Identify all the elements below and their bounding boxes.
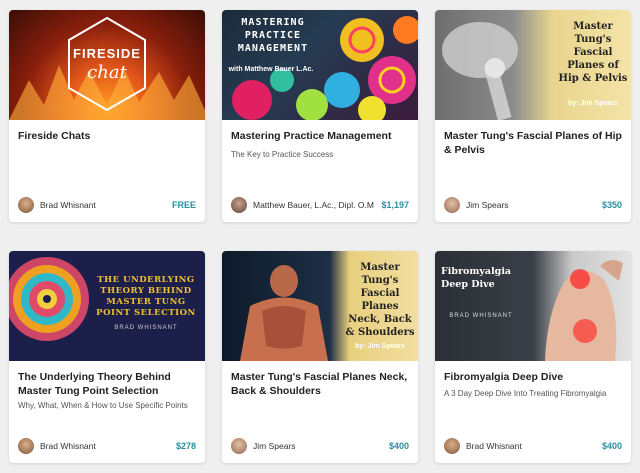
course-thumbnail[interactable]: MASTERING PRACTICE MANAGEMENT with Matth…	[222, 10, 418, 120]
course-thumbnail[interactable]: FIRESIDE chat	[9, 10, 205, 120]
course-title[interactable]: Master Tung's Fascial Planes of Hip & Pe…	[444, 129, 622, 157]
course-footer: Jim Spears $350	[444, 196, 622, 214]
thumbnail-subtitle: BRAD WHISNANT	[449, 313, 513, 319]
thumbnail-title: THE UNDERLYING THEORY BEHIND MASTER TUNG…	[96, 275, 196, 318]
thumbnail-subtitle: by: Jim Spears	[355, 343, 405, 350]
course-card-neck-back-shoulders[interactable]: Master Tung's Fascial Planes Neck, Back …	[222, 251, 418, 463]
avatar	[444, 197, 460, 213]
price-label: $400	[601, 441, 622, 451]
author-name: Jim Spears	[253, 441, 296, 451]
avatar	[444, 438, 460, 454]
price-label: $400	[388, 441, 409, 451]
author-name: Matthew Bauer, L.Ac., Dipl. O.M	[253, 200, 374, 210]
avatar	[231, 438, 247, 454]
course-title[interactable]: The Underlying Theory Behind Master Tung…	[18, 370, 196, 398]
course-footer: Brad Whisnant $278	[18, 437, 196, 455]
course-subtitle: The Key to Practice Success	[231, 150, 334, 159]
course-footer: Matthew Bauer, L.Ac., Dipl. O.M $1,197	[231, 196, 409, 214]
course-subtitle: A 3 Day Deep Dive Into Treating Fibromya…	[444, 389, 607, 398]
course-title[interactable]: Mastering Practice Management	[231, 129, 409, 143]
course-title[interactable]: Master Tung's Fascial Planes Neck, Back …	[231, 370, 409, 398]
course-footer: Jim Spears $400	[231, 437, 409, 455]
author-name: Brad Whisnant	[40, 200, 96, 210]
thumbnail-title: Fibromyalgia Deep Dive	[441, 266, 512, 290]
course-thumbnail[interactable]: Master Tung's Fascial Planes Neck, Back …	[222, 251, 418, 361]
course-card-underlying-theory[interactable]: THE UNDERLYING THEORY BEHIND MASTER TUNG…	[9, 251, 205, 463]
price-label: $350	[601, 200, 622, 210]
thumbnail-title: Master Tung's Fascial Planes Neck, Back …	[345, 262, 415, 338]
course-footer: Brad Whisnant FREE	[18, 196, 196, 214]
course-card-fibromyalgia[interactable]: Fibromyalgia Deep Dive BRAD WHISNANT Fib…	[435, 251, 631, 463]
course-thumbnail[interactable]: Master Tung's Fascial Planes of Hip & Pe…	[435, 10, 631, 120]
course-thumbnail[interactable]: Fibromyalgia Deep Dive BRAD WHISNANT	[435, 251, 631, 361]
thumbnail-title: Master Tung's Fascial Planes of Hip & Pe…	[558, 21, 628, 84]
course-subtitle: Why, What, When & How to Use Specific Po…	[18, 401, 188, 410]
course-card-fireside-chats[interactable]: FIRESIDE chat Fireside Chats Brad Whisna…	[9, 10, 205, 222]
price-label: $278	[175, 441, 196, 451]
thumbnail-title: FIRESIDE	[73, 46, 141, 61]
author-name: Brad Whisnant	[466, 441, 522, 451]
avatar	[18, 197, 34, 213]
course-thumbnail[interactable]: THE UNDERLYING THEORY BEHIND MASTER TUNG…	[9, 251, 205, 361]
price-label: $1,197	[381, 200, 409, 210]
thumbnail-subtitle: by: Jim Spears	[568, 100, 618, 107]
price-label: FREE	[171, 200, 196, 210]
course-card-hip-pelvis[interactable]: Master Tung's Fascial Planes of Hip & Pe…	[435, 10, 631, 222]
author-name: Jim Spears	[466, 200, 509, 210]
thumbnail-title: MASTERING PRACTICE MANAGEMENT	[237, 17, 309, 54]
course-card-practice-management[interactable]: MASTERING PRACTICE MANAGEMENT with Matth…	[222, 10, 418, 222]
course-footer: Brad Whisnant $400	[444, 437, 622, 455]
course-title[interactable]: Fibromyalgia Deep Dive	[444, 370, 622, 384]
author-name: Brad Whisnant	[40, 441, 96, 451]
thumbnail-subtitle: BRAD WHISNANT	[114, 325, 178, 331]
course-title[interactable]: Fireside Chats	[18, 129, 196, 143]
avatar	[18, 438, 34, 454]
thumbnail-subtitle: chat	[87, 62, 127, 83]
thumbnail-subtitle: with Matthew Bauer L.Ac.	[228, 66, 314, 73]
avatar	[231, 197, 247, 213]
